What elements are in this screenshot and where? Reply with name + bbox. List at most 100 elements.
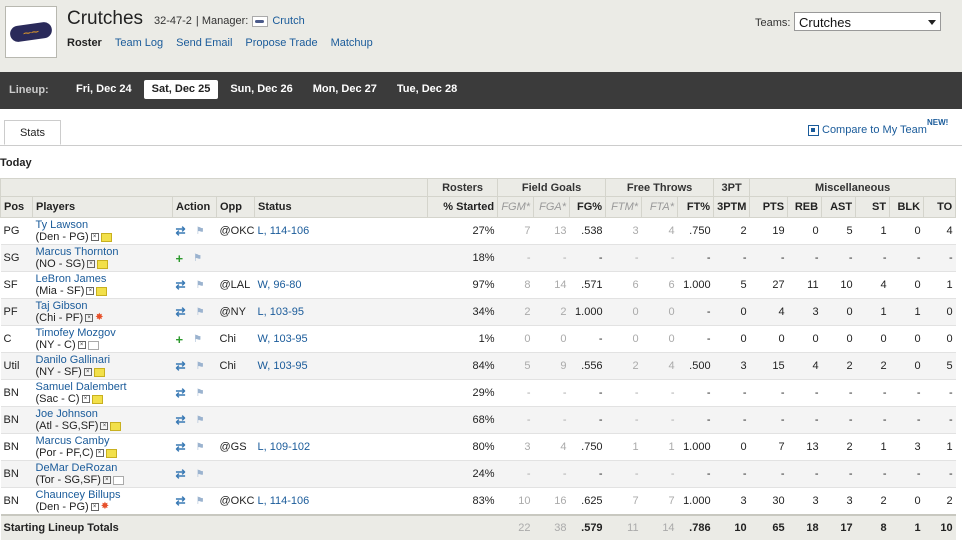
teams-select[interactable]: Crutches: [794, 12, 941, 31]
add-player-icon[interactable]: +: [176, 251, 184, 266]
game-result-link[interactable]: W, 103-95: [258, 333, 308, 345]
col-status[interactable]: Status: [253, 196, 429, 218]
swap-player-icon[interactable]: ⇄: [176, 467, 186, 481]
nav-send-email[interactable]: Send Email: [176, 37, 232, 49]
col-ftm[interactable]: FTM*: [605, 196, 643, 218]
drop-x-icon[interactable]: ×: [87, 260, 95, 268]
empty-note-icon[interactable]: [112, 475, 124, 485]
player-name-link[interactable]: Samuel Dalembert: [36, 381, 170, 393]
nav-propose-trade[interactable]: Propose Trade: [245, 37, 317, 49]
col-to[interactable]: TO: [923, 196, 957, 218]
col-blk[interactable]: BLK: [889, 196, 925, 218]
col-opp[interactable]: Opp: [216, 196, 255, 218]
col-started[interactable]: % Started: [427, 196, 499, 218]
drop-x-icon[interactable]: ×: [85, 314, 94, 322]
col-ftp[interactable]: FT%: [677, 196, 715, 218]
player-name-link[interactable]: Chauncey Billups: [36, 489, 170, 501]
lineup-date-sat[interactable]: Sat, Dec 25: [143, 80, 219, 99]
swap-player-icon[interactable]: ⇄: [176, 440, 186, 454]
game-result-link[interactable]: W, 103-95: [258, 360, 308, 372]
col-fgm[interactable]: FGM*: [497, 196, 535, 218]
lineup-date-sun[interactable]: Sun, Dec 26: [222, 80, 300, 99]
flag-icon[interactable]: ⚑: [196, 307, 205, 318]
player-note-icon[interactable]: [110, 421, 122, 431]
player-note-icon[interactable]: [96, 286, 108, 296]
player-news-icon[interactable]: ✸: [95, 313, 103, 323]
player-name-link[interactable]: Timofey Mozgov: [36, 327, 170, 339]
player-name-link[interactable]: Ty Lawson: [36, 219, 170, 231]
drop-x-icon[interactable]: ×: [90, 503, 99, 511]
flag-icon[interactable]: ⚑: [196, 280, 205, 291]
game-result-link[interactable]: L, 114-106: [258, 495, 310, 507]
drop-x-icon[interactable]: ×: [86, 287, 95, 295]
nav-matchup[interactable]: Matchup: [331, 37, 373, 49]
drop-x-icon[interactable]: ×: [95, 449, 104, 457]
col-ast[interactable]: AST: [821, 196, 857, 218]
flag-icon[interactable]: ⚑: [196, 496, 205, 507]
col-3ptm[interactable]: 3PTM: [713, 196, 751, 218]
nav-roster[interactable]: Roster: [67, 37, 102, 49]
lineup-date-tue[interactable]: Tue, Dec 28: [389, 80, 465, 99]
flag-icon[interactable]: ⚑: [196, 361, 205, 372]
player-name-link[interactable]: Taj Gibson: [36, 300, 170, 312]
player-cell: LeBron James (Mia - SF) ×: [32, 271, 173, 299]
col-players[interactable]: Players: [32, 196, 173, 218]
swap-player-icon[interactable]: ⇄: [176, 494, 186, 508]
swap-player-icon[interactable]: ⇄: [176, 386, 186, 400]
flag-icon[interactable]: ⚑: [193, 334, 202, 345]
col-pos[interactable]: Pos: [0, 196, 33, 218]
lineup-date-fri[interactable]: Fri, Dec 24: [68, 80, 140, 99]
flag-icon[interactable]: ⚑: [196, 388, 205, 399]
game-result-link[interactable]: L, 114-106: [258, 225, 310, 237]
game-result-link[interactable]: W, 96-80: [258, 279, 302, 291]
drop-x-icon[interactable]: ×: [102, 476, 111, 484]
col-fgp[interactable]: FG%: [569, 196, 607, 218]
player-news-icon[interactable]: ✸: [101, 502, 109, 512]
stat-ftp: -: [677, 244, 714, 272]
stat-pts: -: [749, 406, 788, 434]
col-fta[interactable]: FTA*: [641, 196, 679, 218]
empty-note-icon[interactable]: [87, 340, 99, 350]
drop-x-icon[interactable]: ×: [81, 395, 90, 403]
flag-icon[interactable]: ⚑: [196, 469, 205, 480]
game-result-link[interactable]: L, 103-95: [258, 306, 304, 318]
drop-x-icon[interactable]: ×: [100, 422, 109, 430]
player-name-link[interactable]: Marcus Thornton: [36, 246, 170, 258]
tab-stats[interactable]: Stats: [4, 120, 61, 145]
game-result-link[interactable]: L, 109-102: [258, 441, 311, 453]
swap-player-icon[interactable]: ⇄: [176, 224, 186, 238]
flag-icon[interactable]: ⚑: [196, 442, 205, 453]
swap-player-icon[interactable]: ⇄: [176, 305, 186, 319]
player-note-icon[interactable]: [91, 394, 103, 404]
col-st[interactable]: ST: [855, 196, 891, 218]
player-note-icon[interactable]: [100, 232, 112, 242]
lineup-date-mon[interactable]: Mon, Dec 27: [305, 80, 385, 99]
player-name-link[interactable]: Joe Johnson: [36, 408, 170, 420]
stat-reb: 3: [787, 487, 822, 516]
col-reb[interactable]: REB: [787, 196, 823, 218]
player-note-icon[interactable]: [105, 448, 117, 458]
manager-link[interactable]: Crutch: [272, 15, 304, 27]
flag-icon[interactable]: ⚑: [196, 226, 205, 237]
drop-x-icon[interactable]: ×: [90, 233, 99, 241]
player-name-link[interactable]: DeMar DeRozan: [36, 462, 170, 474]
totals-fta: 14: [641, 514, 678, 540]
drop-x-icon[interactable]: ×: [77, 341, 86, 349]
nav-team-log[interactable]: Team Log: [115, 37, 163, 49]
col-fga[interactable]: FGA*: [533, 196, 571, 218]
flag-icon[interactable]: ⚑: [193, 253, 202, 264]
swap-player-icon[interactable]: ⇄: [176, 359, 186, 373]
player-note-icon[interactable]: [93, 367, 105, 377]
col-pts[interactable]: PTS: [749, 196, 789, 218]
player-opp: [216, 379, 255, 407]
drop-x-icon[interactable]: ×: [83, 368, 92, 376]
swap-player-icon[interactable]: ⇄: [176, 278, 186, 292]
player-name-link[interactable]: LeBron James: [36, 273, 170, 285]
player-name-link[interactable]: Marcus Camby: [36, 435, 170, 447]
flag-icon[interactable]: ⚑: [196, 415, 205, 426]
compare-link[interactable]: Compare to My Team: [808, 124, 927, 136]
swap-player-icon[interactable]: ⇄: [176, 413, 186, 427]
player-note-icon[interactable]: [97, 259, 108, 269]
player-name-link[interactable]: Danilo Gallinari: [36, 354, 170, 366]
add-player-icon[interactable]: +: [176, 332, 184, 347]
